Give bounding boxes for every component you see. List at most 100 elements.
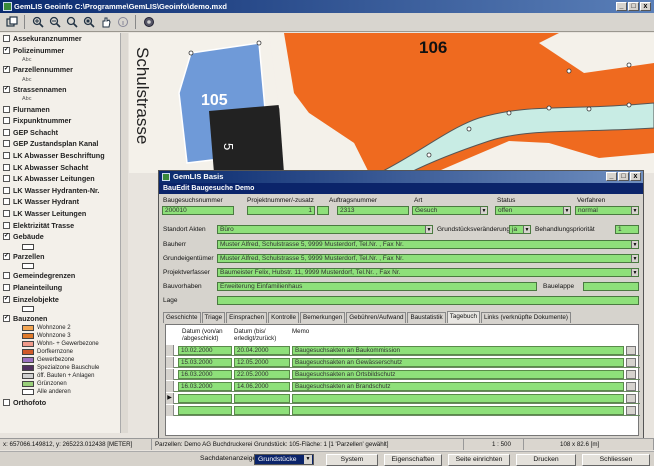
minimize-button[interactable]: _ [616, 2, 627, 11]
table-cell[interactable]: 10.02.2000 [178, 346, 232, 355]
layer-checkbox[interactable] [3, 163, 10, 171]
table-cell[interactable]: 15.03.2000 [178, 358, 232, 367]
auftrag-field[interactable]: 2313 [337, 206, 409, 215]
table-cell[interactable] [292, 406, 624, 415]
dialog-minimize-button[interactable]: _ [606, 172, 617, 181]
seite-einrichten-button[interactable]: Seite einrichten [448, 454, 510, 466]
table-cell[interactable]: Baugesuchsakten an Ortsbildschutz [292, 370, 624, 379]
layer-checkbox[interactable] [3, 140, 10, 148]
layer-icon[interactable] [4, 15, 19, 30]
legend-layer-row[interactable]: Elektrizität Trasse [0, 219, 127, 231]
maximize-button[interactable]: □ [628, 2, 639, 11]
layer-checkbox[interactable] [3, 221, 10, 229]
row-edit-button[interactable] [626, 346, 636, 355]
prioritaet-field[interactable]: 1 [615, 225, 639, 234]
schliessen-button[interactable]: Schliessen [582, 454, 650, 466]
layer-checkbox[interactable] [3, 175, 10, 183]
table-row[interactable]: 16.03.2000 14.06.2000 Baugesuchsakten an B… [166, 381, 640, 392]
drucken-button[interactable]: Drucken [516, 454, 576, 466]
chevron-down-icon[interactable]: ▼ [425, 226, 432, 233]
layer-checkbox[interactable] [3, 152, 10, 160]
baugesuch-field[interactable]: 200010 [162, 206, 234, 215]
layer-checkbox[interactable] [3, 117, 10, 125]
row-edit-button[interactable] [626, 394, 636, 403]
legend-layer-row[interactable]: LK Wasser Hydranten-Nr. [0, 185, 127, 197]
layer-checkbox[interactable]: ✓ [3, 295, 10, 303]
legend-layer-row[interactable]: ✓ Polizeinummer [0, 45, 127, 57]
legend-layer-row[interactable]: Planeinteilung [0, 282, 127, 294]
bauherr-select[interactable]: Muster Alfred, Schulstrasse 5, 9999 Must… [217, 240, 639, 249]
table-cell[interactable]: 20.04.2000 [234, 346, 290, 355]
projekt-zusatz-field[interactable] [317, 206, 329, 215]
table-row[interactable]: 16.03.2000 22.05.2000 Baugesuchsakten an O… [166, 369, 640, 380]
chevron-down-icon[interactable]: ▼ [523, 226, 530, 233]
row-selector[interactable] [166, 405, 174, 416]
table-cell[interactable]: Baugesuchsakten an Baukommission [292, 346, 624, 355]
row-selector[interactable] [166, 381, 174, 392]
legend-layer-row[interactable]: Orthofoto [0, 396, 127, 408]
zoom-full-icon[interactable] [81, 15, 96, 30]
table-row[interactable]: 15.03.2000 12.05.2000 Baugesuchsakten an G… [166, 357, 640, 368]
zoom-out-icon[interactable] [47, 15, 62, 30]
dialog-close-button[interactable]: x [630, 172, 641, 181]
chevron-down-icon[interactable]: ▼ [631, 241, 638, 248]
tab-baustatistik[interactable]: Baustatistik [407, 312, 446, 323]
sachdaten-select[interactable]: Grundstücke ▼ [254, 454, 314, 465]
tab-einsprachen[interactable]: Einsprachen [226, 312, 268, 323]
layer-checkbox[interactable]: ✓ [3, 86, 10, 94]
verfasser-select[interactable]: Baumeister Felix, Hubstr. 11, 9999 Muste… [217, 268, 639, 277]
legend-layer-row[interactable]: ✓ Gebäude [0, 231, 127, 243]
layer-checkbox[interactable]: ✓ [3, 233, 10, 241]
refresh-icon[interactable] [141, 15, 156, 30]
legend-layer-row[interactable]: ✓ Bauzonen [0, 313, 127, 325]
layer-checkbox[interactable] [3, 35, 10, 43]
lage-field[interactable] [217, 296, 639, 305]
table-row[interactable] [166, 405, 640, 416]
tab-links[interactable]: Links (verknüpfte Dokumente) [481, 312, 571, 323]
table-cell[interactable] [292, 394, 624, 403]
row-selector[interactable] [166, 345, 174, 356]
zoom-in-icon[interactable] [30, 15, 45, 30]
chevron-down-icon[interactable]: ▼ [563, 207, 570, 214]
legend-layer-row[interactable]: Fixpunktnummer [0, 115, 127, 127]
pan-icon[interactable] [98, 15, 113, 30]
table-cell[interactable]: Baugesuchsakten an Brandschutz [292, 382, 624, 391]
layer-checkbox[interactable] [3, 105, 10, 113]
row-edit-button[interactable] [626, 406, 636, 415]
table-cell[interactable] [178, 394, 232, 403]
verfahren-select[interactable]: normal ▼ [575, 206, 639, 215]
legend-layer-row[interactable]: ✓ Parzellen [0, 251, 127, 263]
tab-geschichte[interactable]: Geschichte [163, 312, 201, 323]
eigentuemer-select[interactable]: Muster Alfred, Schulstrasse 5, 9999 Must… [217, 254, 639, 263]
layer-checkbox[interactable]: ✓ [3, 315, 10, 323]
legend-scrollbar[interactable] [120, 33, 128, 433]
tab-gebuehren[interactable]: Gebühren/Aufwand [346, 312, 407, 323]
legend-layer-row[interactable]: LK Wasser Leitungen [0, 208, 127, 220]
legend-layer-row[interactable]: LK Abwasser Schacht [0, 161, 127, 173]
status-select[interactable]: offen ▼ [495, 206, 571, 215]
zoom-window-icon[interactable] [64, 15, 79, 30]
tab-kontrolle[interactable]: Kontrolle [268, 312, 299, 323]
row-selector[interactable] [166, 369, 174, 380]
table-row[interactable]: 10.02.2000 20.04.2000 Baugesuchsakten an B… [166, 345, 640, 356]
layer-checkbox[interactable] [3, 272, 10, 280]
table-cell[interactable]: 12.05.2000 [234, 358, 290, 367]
layer-checkbox[interactable] [3, 283, 10, 291]
system-button[interactable]: System [326, 454, 378, 466]
vorhaben-field[interactable]: Erweiterung Einfamilienhaus [217, 282, 537, 291]
layer-checkbox[interactable]: ✓ [3, 252, 10, 260]
layer-checkbox[interactable] [3, 128, 10, 136]
table-cell[interactable]: 14.06.2000 [234, 382, 290, 391]
legend-layer-row[interactable]: Gemeindegrenzen [0, 270, 127, 282]
table-cell[interactable]: 16.03.2000 [178, 382, 232, 391]
row-selector[interactable]: ▶ [166, 393, 174, 404]
legend-layer-row[interactable]: Flurnamen [0, 103, 127, 115]
layer-checkbox[interactable]: ✓ [3, 46, 10, 54]
table-cell[interactable]: 16.03.2000 [178, 370, 232, 379]
standort-select[interactable]: Büro ▼ [217, 225, 433, 234]
layer-checkbox[interactable] [3, 210, 10, 218]
close-button[interactable]: x [640, 2, 651, 11]
layer-checkbox[interactable] [3, 198, 10, 206]
legend-layer-row[interactable]: GEP Schacht [0, 127, 127, 139]
chevron-down-icon[interactable]: ▼ [304, 455, 312, 464]
